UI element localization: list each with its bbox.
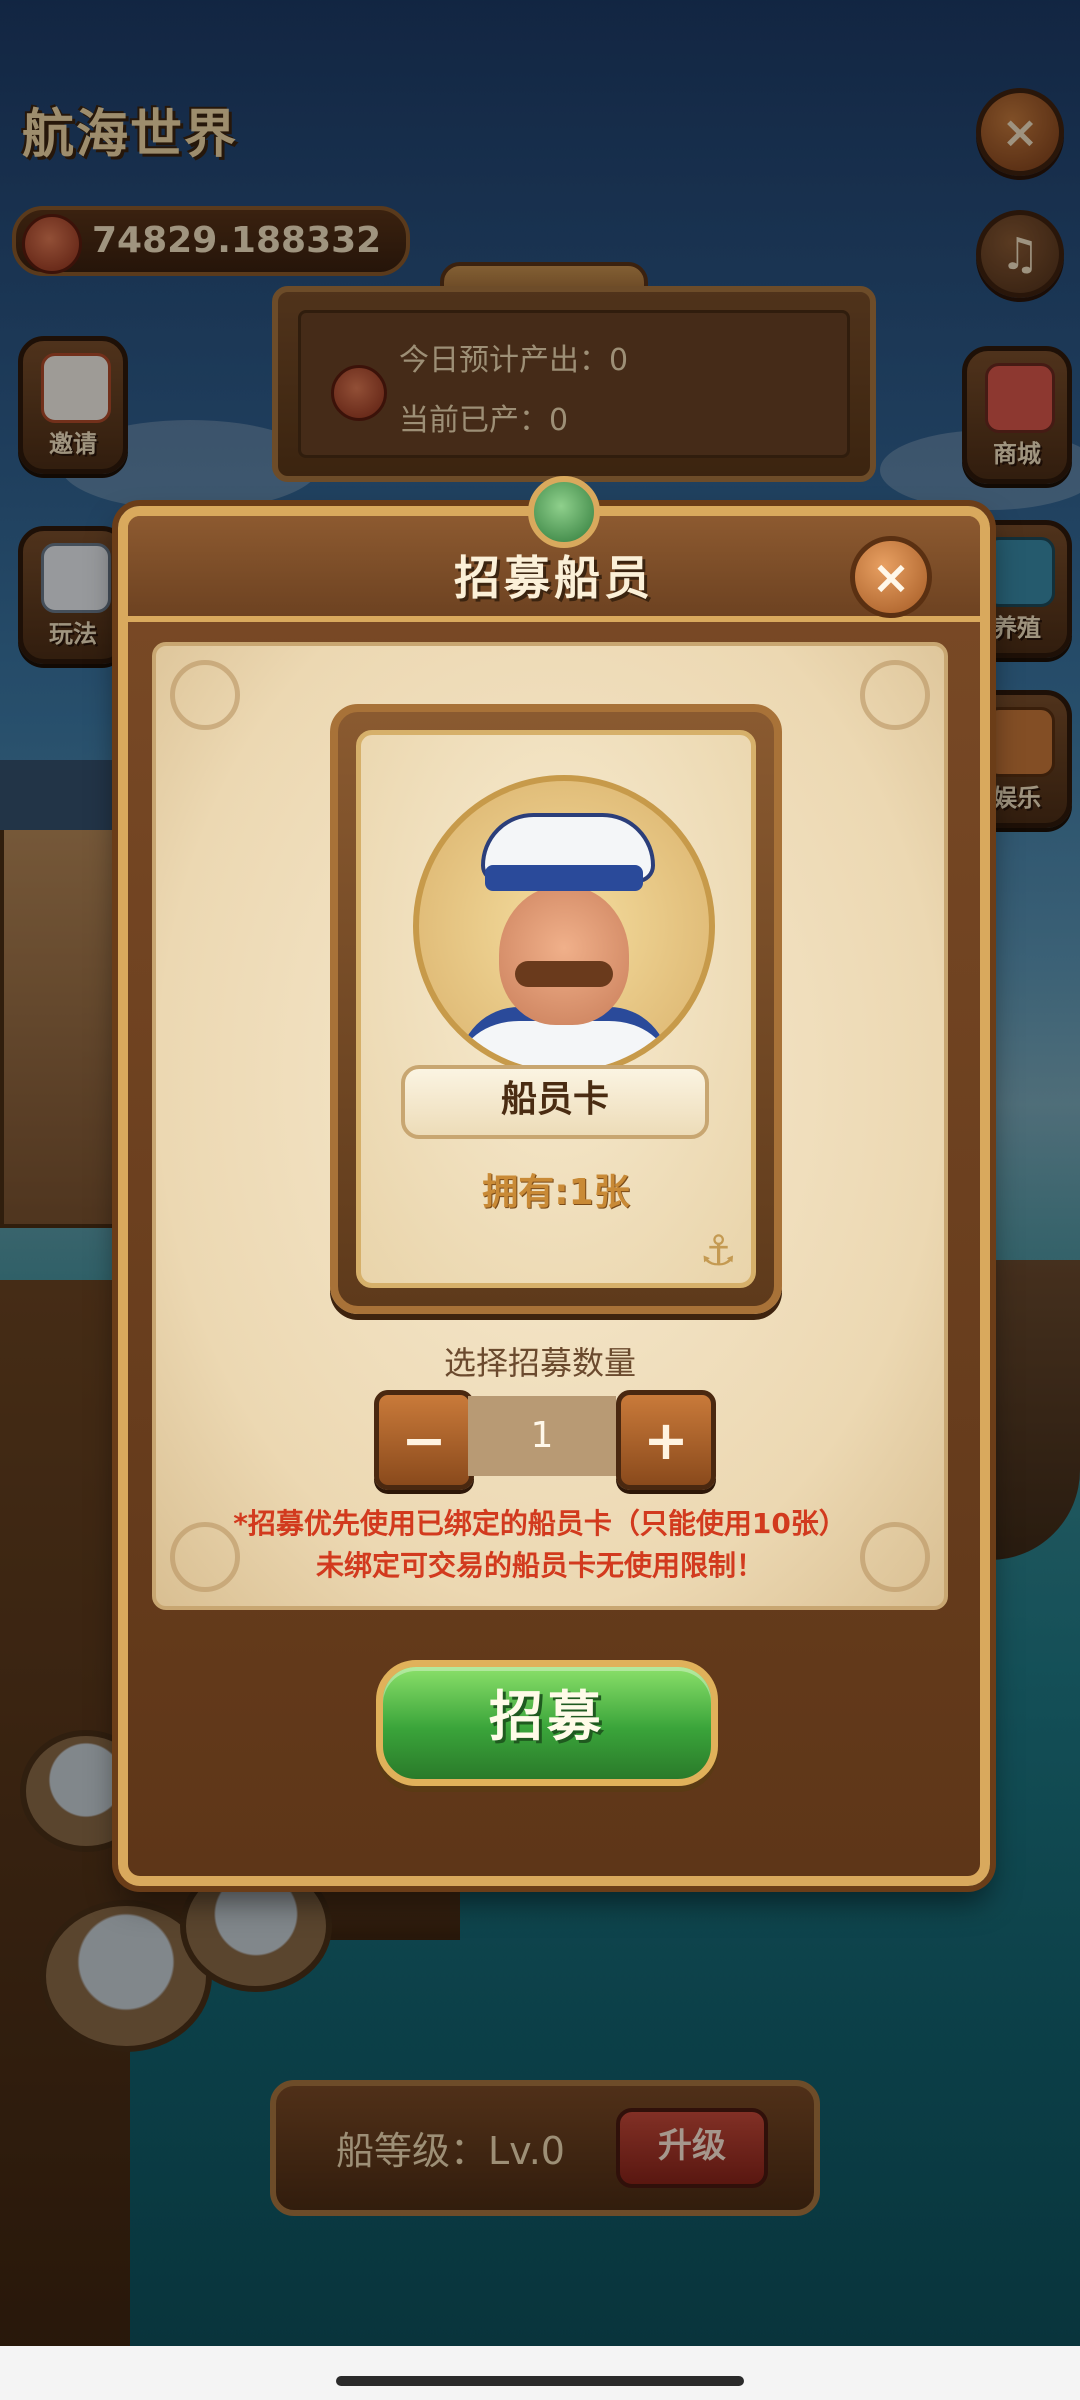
sailor-portrait <box>413 775 715 1077</box>
crew-card-inner: 船员卡 拥有:1张 ⚓ <box>356 730 756 1288</box>
modal-close-button[interactable]: × <box>850 536 932 618</box>
system-bottom-bar <box>0 2346 1080 2400</box>
emerald-ornament-icon <box>528 476 600 548</box>
increase-button[interactable]: + <box>616 1390 716 1490</box>
quantity-value[interactable]: 1 <box>468 1396 616 1476</box>
quantity-stepper: − 1 + <box>374 1390 716 1490</box>
select-quantity-label: 选择招募数量 <box>443 1344 636 1382</box>
sailor-mustache <box>515 961 613 987</box>
sailor-hat-band <box>485 865 643 891</box>
home-indicator[interactable] <box>336 2376 744 2386</box>
recruit-button[interactable]: 招募 <box>376 1660 718 1786</box>
corner-ornament <box>170 660 240 730</box>
minus-icon: − <box>401 1408 447 1472</box>
crew-card: 船员卡 拥有:1张 ⚓ <box>330 704 782 1314</box>
close-icon: × <box>871 550 911 604</box>
corner-ornament <box>860 660 930 730</box>
modal-header: 招募船员 × <box>128 476 980 622</box>
plus-icon: + <box>643 1408 689 1472</box>
card-name: 船员卡 <box>401 1065 709 1139</box>
owned-count: 拥有:1张 <box>482 1172 630 1213</box>
decrease-button[interactable]: − <box>374 1390 474 1490</box>
anchor-icon: ⚓ <box>699 1226 737 1275</box>
recruit-note-line2: 未绑定可交易的船员卡无使用限制！ <box>315 1549 764 1582</box>
recruit-note-line1: *招募优先使用已绑定的船员卡（只能使用10张） <box>233 1507 847 1540</box>
sailor-face <box>499 885 629 1025</box>
